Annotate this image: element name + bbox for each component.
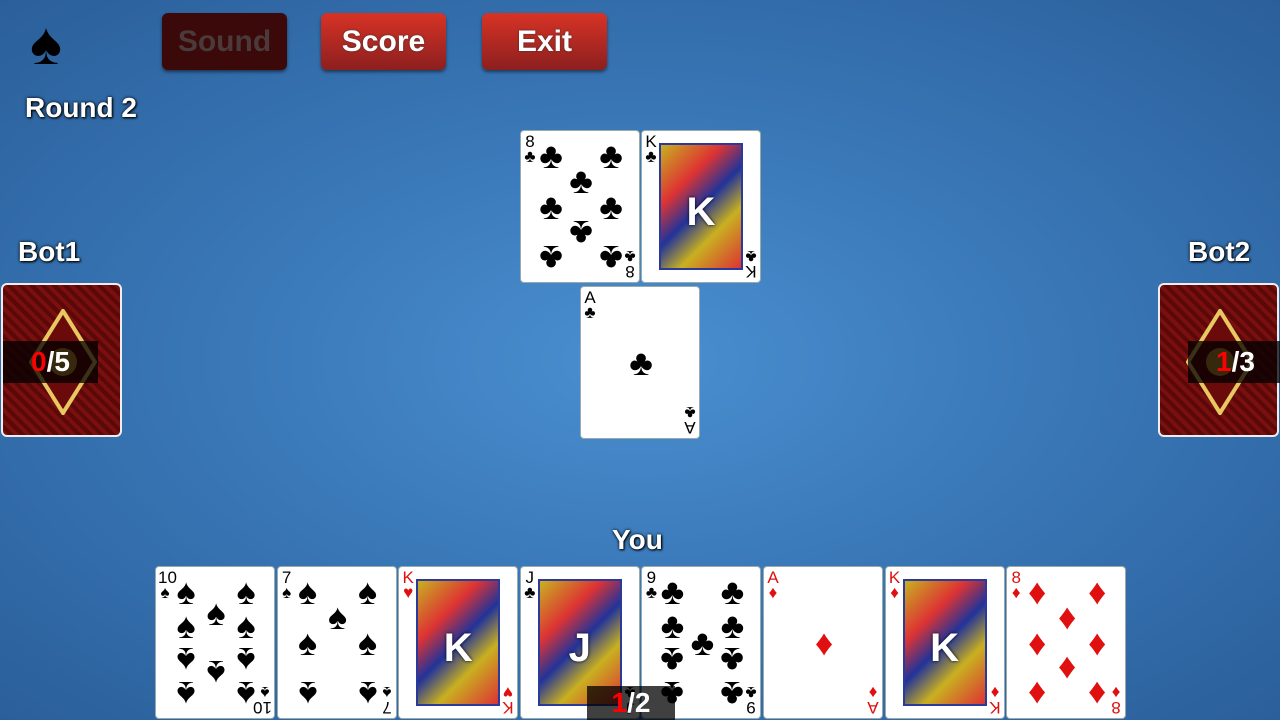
- hand-card[interactable]: K ♦ K ♦ K: [884, 566, 1005, 719]
- suit-pip-icon: ♣: [599, 238, 623, 279]
- suit-pip-icon: ♠: [176, 674, 196, 715]
- card-corner: A ♦: [866, 683, 880, 717]
- card-corner: K ♥: [401, 569, 415, 602]
- card-corner: K ♣: [744, 247, 758, 281]
- round-label: Round 2: [25, 92, 137, 123]
- hand-card[interactable]: 10 ♠ 10 ♠ ♠ ♠ ♠ ♠ ♠ ♠ ♠ ♠ ♠ ♠: [155, 566, 275, 719]
- suit-pip-icon: ♠: [298, 622, 318, 663]
- card-corner: K ♦: [988, 683, 1002, 717]
- card-suit: ♥: [403, 583, 414, 602]
- card-corner: K ♥: [501, 683, 515, 717]
- hand-card[interactable]: A ♦ A ♦ ♦: [763, 566, 883, 719]
- suit-pip-icon: ♠: [236, 674, 256, 715]
- table-card: A ♣ A ♣ ♣: [580, 286, 700, 439]
- face-rank: K: [686, 190, 716, 234]
- exit-button[interactable]: Exit: [482, 13, 607, 70]
- face-card-art: K: [659, 143, 743, 270]
- suit-pip-icon: ♠: [358, 674, 378, 715]
- face-rank: K: [443, 626, 473, 670]
- suit-pip-icon: ♦: [1088, 674, 1107, 715]
- bot2-trick-count: 1/3: [1188, 341, 1280, 383]
- card-suit: ♣: [645, 147, 657, 166]
- card-suit: ♦: [890, 583, 899, 602]
- bot2-card-back: 1/3: [1158, 283, 1280, 437]
- you-name: You: [612, 524, 663, 555]
- suit-pip-icon: ♣: [660, 640, 685, 681]
- face-card-art: K: [902, 579, 987, 706]
- card-corner: A ♦: [766, 569, 780, 602]
- hand-card[interactable]: K ♥ K ♥ K: [398, 566, 519, 719]
- suit-pip-icon: ♠: [236, 605, 256, 646]
- card-rank: K: [745, 262, 757, 281]
- score-button[interactable]: Score: [321, 13, 446, 70]
- card-corner: K ♦: [888, 569, 902, 602]
- card-suit: ♣: [745, 247, 757, 266]
- spade-icon: ♠: [30, 10, 62, 77]
- card-suit: ♣: [684, 403, 696, 422]
- card-suit: ♣: [584, 303, 596, 322]
- card-rank: A: [867, 698, 879, 717]
- suit-pip-icon: ♣: [629, 342, 653, 383]
- hand-card[interactable]: 7 ♠ 7 ♠ ♠ ♠ ♠ ♠ ♠ ♠ ♠: [276, 566, 397, 719]
- table-card: 8 ♣ 8 ♣ ♣ ♣ ♣ ♣ ♣ ♣ ♣ ♣: [520, 130, 640, 283]
- suit-pip-icon: ♣: [720, 640, 745, 681]
- suit-pip-icon: ♠: [358, 622, 378, 663]
- bot1-trick-count: 0/5: [3, 341, 98, 383]
- bot1-card-back: 0/5: [1, 283, 122, 437]
- sound-button[interactable]: Sound: [162, 13, 287, 70]
- suit-pip-icon: ♣: [720, 674, 745, 715]
- suit-pip-icon: ♦: [814, 622, 834, 663]
- bot2-name: Bot2: [1188, 236, 1251, 267]
- card-corner: K ♣: [644, 133, 658, 166]
- hand-card[interactable]: 8 ♦ 8 ♦ ♦ ♦ ♦ ♦ ♦ ♦ ♦ ♦: [1006, 566, 1127, 719]
- table-card: K ♣ K ♣ K: [641, 130, 761, 283]
- suit-pip-icon: ♠: [298, 674, 318, 715]
- suit-pip-icon: ♠: [176, 605, 196, 646]
- card-suit: ♣: [524, 583, 536, 602]
- card-corner: J♣: [523, 569, 537, 602]
- face-rank: K: [930, 626, 960, 670]
- card-corner: A ♣: [683, 403, 697, 437]
- suit-pip-icon: ♣: [539, 238, 563, 279]
- card-rank: A: [684, 418, 696, 437]
- face-card-art: K: [416, 579, 501, 706]
- bot1-name: Bot1: [18, 236, 81, 267]
- card-rank: K: [988, 698, 1001, 717]
- card-rank: K: [502, 698, 514, 717]
- you-trick-count: 1/2: [587, 686, 675, 720]
- card-suit: ♦: [768, 583, 778, 602]
- face-rank: J: [568, 626, 591, 670]
- suit-pip-icon: ♦: [1028, 674, 1047, 715]
- card-corner: A ♣: [583, 289, 597, 322]
